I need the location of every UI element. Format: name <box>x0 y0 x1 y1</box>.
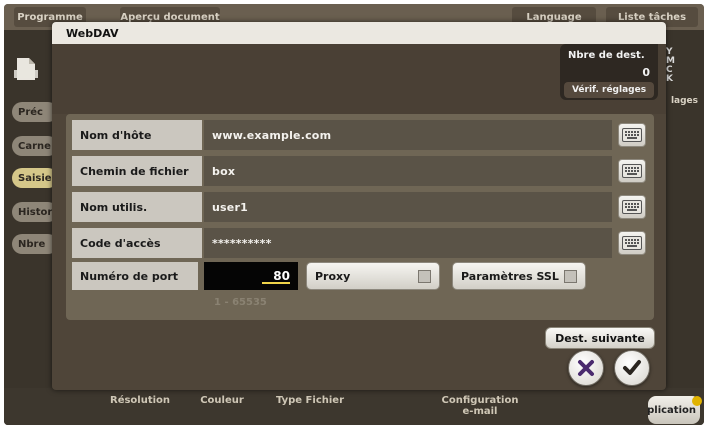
file-path-keyboard-button[interactable] <box>618 159 646 183</box>
destination-counter: Nbre de dest. 0 Vérif. réglages <box>560 44 658 100</box>
hostname-label: Nom d'hôte <box>72 120 202 150</box>
document-icon <box>14 58 38 80</box>
port-input-caret <box>262 282 290 284</box>
right-rail <box>664 30 704 425</box>
password-keyboard-button[interactable] <box>618 231 646 255</box>
webdav-dialog: WebDAV Nbre de dest. 0 Vérif. réglages N… <box>52 22 666 390</box>
cancel-button[interactable] <box>568 350 604 386</box>
port-range-hint: 1 - 65535 <box>214 297 267 308</box>
port-input[interactable]: 80 <box>204 262 298 290</box>
bottom-bar <box>4 388 704 425</box>
keyboard-icon <box>622 236 642 250</box>
dest-count-value: 0 <box>642 66 650 79</box>
ssl-settings-label: Paramètres SSL <box>461 269 559 283</box>
dest-count-label: Nbre de dest. <box>568 50 645 61</box>
check-icon <box>623 360 641 375</box>
tab-color[interactable]: Couleur <box>194 395 250 406</box>
keyboard-icon <box>622 200 642 214</box>
file-path-label: Chemin de fichier <box>72 156 202 186</box>
hostname-keyboard-button[interactable] <box>618 123 646 147</box>
form-panel: Nom d'hôte www.example.com Chemin de fic… <box>66 114 654 320</box>
ssl-settings-toggle[interactable]: Paramètres SSL <box>452 262 586 290</box>
dialog-title: WebDAV <box>66 27 119 40</box>
proxy-toggle[interactable]: Proxy <box>306 262 440 290</box>
username-label: Nom utilis. <box>72 192 202 222</box>
file-path-field[interactable]: box <box>204 156 612 186</box>
background-right-label: lages <box>670 96 698 106</box>
left-rail <box>4 30 52 425</box>
tab-email-config[interactable]: Configuration e-mail <box>434 395 526 417</box>
password-label: Code d'accès <box>72 228 202 258</box>
verify-settings-button[interactable]: Vérif. réglages <box>564 82 654 98</box>
proxy-checkbox[interactable] <box>418 270 431 283</box>
password-field[interactable]: ********** <box>204 228 612 258</box>
tab-file-type[interactable]: Type Fichier <box>272 395 348 406</box>
port-label: Numéro de port <box>72 262 198 290</box>
proxy-label: Proxy <box>315 269 351 283</box>
username-field[interactable]: user1 <box>204 192 612 222</box>
username-keyboard-button[interactable] <box>618 195 646 219</box>
keyboard-icon <box>622 128 642 142</box>
ssl-checkbox[interactable] <box>564 270 577 283</box>
notification-dot <box>692 396 702 406</box>
ok-button[interactable] <box>614 350 650 386</box>
toner-k: K <box>666 74 673 84</box>
dialog-title-bar: WebDAV <box>52 22 666 44</box>
next-destination-button[interactable]: Dest. suivante <box>545 327 655 349</box>
keyboard-icon <box>622 164 642 178</box>
toner-level-indicator: Y M C K <box>666 48 688 84</box>
hostname-field[interactable]: www.example.com <box>204 120 612 150</box>
tab-resolution[interactable]: Résolution <box>110 395 170 406</box>
close-icon <box>578 360 594 376</box>
